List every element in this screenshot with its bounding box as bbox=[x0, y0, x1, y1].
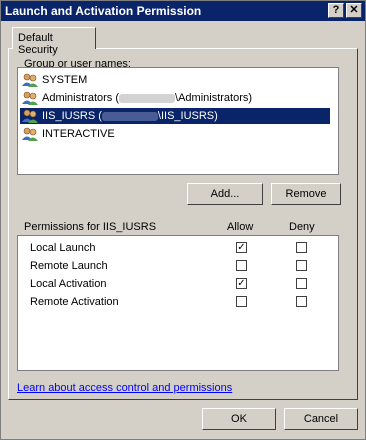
list-item-label: SYSTEM bbox=[42, 74, 88, 86]
user-group-icon bbox=[22, 109, 38, 126]
user-group-icon bbox=[22, 91, 38, 108]
access-control-help-link[interactable]: Learn about access control and permissio… bbox=[17, 382, 232, 394]
ok-button[interactable]: OK bbox=[202, 408, 276, 430]
permission-dialog: Launch and Activation Permission ? ✕ Def… bbox=[0, 0, 366, 440]
permissions-label: Permissions for IIS_IUSRS bbox=[24, 221, 157, 233]
permissions-list: Local Launch ✓ Remote Launch Local Activati… bbox=[17, 235, 339, 371]
permission-name: Remote Launch bbox=[30, 260, 108, 272]
close-button[interactable]: ✕ bbox=[346, 3, 362, 18]
allow-checkbox[interactable] bbox=[236, 260, 247, 271]
user-group-icon bbox=[22, 73, 38, 90]
list-item[interactable]: Administrators (\Administrators) bbox=[20, 90, 330, 106]
help-button[interactable]: ? bbox=[328, 3, 344, 18]
cancel-button[interactable]: Cancel bbox=[284, 408, 358, 430]
add-button[interactable]: Add... bbox=[187, 183, 263, 205]
permission-row: Remote Activation bbox=[18, 293, 338, 311]
allow-checkbox[interactable] bbox=[236, 296, 247, 307]
permission-row: Local Activation ✓ bbox=[18, 275, 338, 293]
group-user-list[interactable]: SYSTEM Administrators (\Administrators) II… bbox=[17, 67, 339, 175]
list-item[interactable]: INTERACTIVE bbox=[20, 126, 330, 142]
title-bar: Launch and Activation Permission ? ✕ bbox=[1, 1, 365, 21]
permission-row: Remote Launch bbox=[18, 257, 338, 275]
allow-checkbox[interactable]: ✓ bbox=[236, 242, 247, 253]
user-group-icon bbox=[22, 127, 38, 144]
permission-name: Local Activation bbox=[30, 278, 107, 290]
list-item-label: INTERACTIVE bbox=[42, 128, 115, 140]
allow-checkbox[interactable]: ✓ bbox=[236, 278, 247, 289]
permission-row: Local Launch ✓ bbox=[18, 239, 338, 257]
deny-checkbox[interactable] bbox=[296, 278, 307, 289]
deny-checkbox[interactable] bbox=[296, 242, 307, 253]
permission-name: Local Launch bbox=[30, 242, 96, 254]
deny-checkbox[interactable] bbox=[296, 296, 307, 307]
permission-name: Remote Activation bbox=[30, 296, 119, 308]
redacted-domain bbox=[119, 93, 176, 103]
remove-button[interactable]: Remove bbox=[271, 183, 341, 205]
tab-label: Default Security bbox=[18, 32, 58, 56]
redacted-domain bbox=[101, 111, 158, 121]
deny-checkbox[interactable] bbox=[296, 260, 307, 271]
window-title: Launch and Activation Permission bbox=[5, 4, 202, 18]
deny-header: Deny bbox=[289, 221, 315, 233]
list-item-label: IIS_IUSRS (\IIS_IUSRS) bbox=[42, 110, 218, 122]
tab-default-security[interactable]: Default Security bbox=[12, 27, 96, 56]
list-item[interactable]: IIS_IUSRS (\IIS_IUSRS) bbox=[20, 108, 330, 124]
list-item-label: Administrators (\Administrators) bbox=[42, 92, 253, 104]
allow-header: Allow bbox=[227, 221, 254, 233]
list-item[interactable]: SYSTEM bbox=[20, 72, 330, 88]
